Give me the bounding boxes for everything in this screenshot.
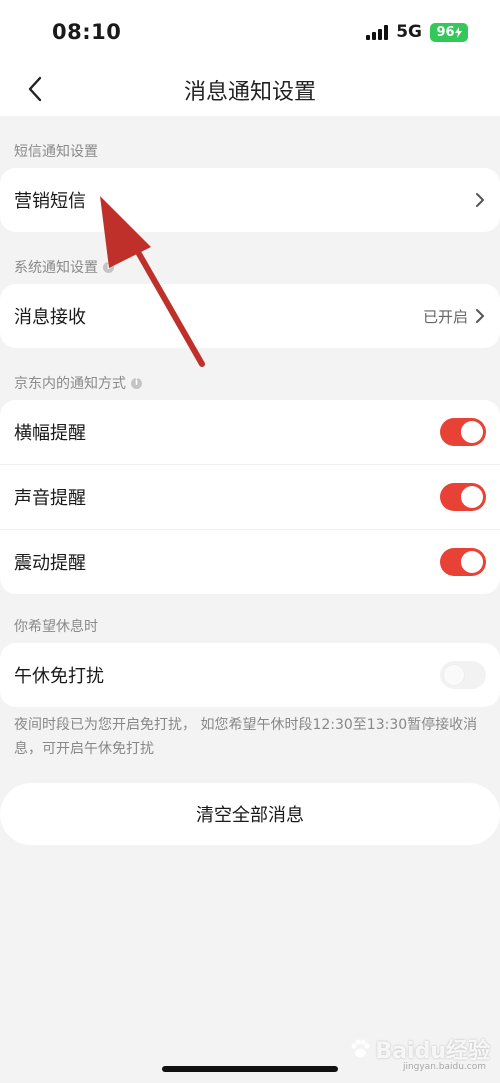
row-label: 声音提醒 (14, 488, 86, 509)
section-label-text: 系统通知设置 (14, 260, 98, 276)
page-title: 消息通知设置 (183, 80, 316, 105)
clear-all-label: 清空全部消息 (196, 805, 304, 826)
row-right (440, 548, 486, 576)
section-label-sms: 短信通知设置 (14, 141, 98, 161)
section-label-rest: 你希望休息时 (14, 616, 98, 636)
row-right: 已开启 (423, 306, 486, 327)
charging-bolt-icon (454, 26, 462, 38)
status-bar: 08:10 5G 96 (0, 0, 500, 62)
nav-bar: 消息通知设置 (0, 62, 500, 116)
card-system: 消息接收 已开启 (0, 284, 500, 348)
row-right (440, 418, 486, 446)
watermark: Baidu经验 (349, 1033, 490, 1065)
card-jd-methods: 横幅提醒 声音提醒 震动提醒 (0, 400, 500, 594)
network-type: 5G (396, 22, 422, 42)
watermark-brand: Baidu经验 (375, 1039, 490, 1064)
card-rest: 午休免打扰 (0, 643, 500, 707)
sound-toggle[interactable] (440, 483, 486, 511)
row-label: 震动提醒 (14, 553, 86, 574)
row-right (440, 483, 486, 511)
status-time: 08:10 (52, 20, 122, 44)
section-label-system: 系统通知设置 i (14, 257, 114, 277)
row-label: 消息接收 (14, 307, 86, 328)
row-message-receive[interactable]: 消息接收 已开启 (0, 284, 500, 348)
nap-dnd-toggle[interactable] (440, 661, 486, 689)
row-vibrate-reminder: 震动提醒 (0, 529, 500, 594)
section-label-jd-methods: 京东内的通知方式 i (14, 373, 142, 393)
home-indicator[interactable] (162, 1066, 338, 1072)
info-icon[interactable]: i (103, 261, 114, 273)
section-label-text: 京东内的通知方式 (14, 376, 126, 392)
row-label: 午休免打扰 (14, 666, 104, 687)
banner-toggle[interactable] (440, 418, 486, 446)
info-icon[interactable]: i (131, 377, 142, 389)
clear-all-button[interactable]: 清空全部消息 (0, 783, 500, 845)
row-sound-reminder: 声音提醒 (0, 464, 500, 529)
chevron-right-icon (476, 193, 484, 207)
row-label: 营销短信 (14, 191, 86, 212)
chevron-right-icon (476, 309, 484, 323)
signal-icon (366, 24, 389, 40)
row-right (440, 661, 486, 689)
row-marketing-sms[interactable]: 营销短信 (0, 168, 500, 232)
nap-note: 夜间时段已为您开启免打扰， 如您希望午休时段12:30至13:30暂停接收消息，… (14, 717, 478, 757)
row-banner-reminder: 横幅提醒 (0, 400, 500, 464)
row-value: 已开启 (422, 307, 468, 326)
battery-level: 96 (436, 24, 455, 40)
row-label: 横幅提醒 (14, 423, 86, 444)
watermark-url: jingyan.baidu.com (402, 1062, 486, 1072)
row-right (474, 192, 486, 208)
battery-icon: 96 (430, 22, 468, 42)
row-nap-dnd: 午休免打扰 (0, 643, 500, 707)
vibrate-toggle[interactable] (440, 548, 486, 576)
section-label-text: 短信通知设置 (14, 144, 98, 160)
section-label-text: 你希望休息时 (14, 619, 98, 635)
card-sms: 营销短信 (0, 168, 500, 232)
paw-logo-icon (351, 1039, 371, 1058)
status-indicators: 5G 96 (366, 22, 468, 42)
